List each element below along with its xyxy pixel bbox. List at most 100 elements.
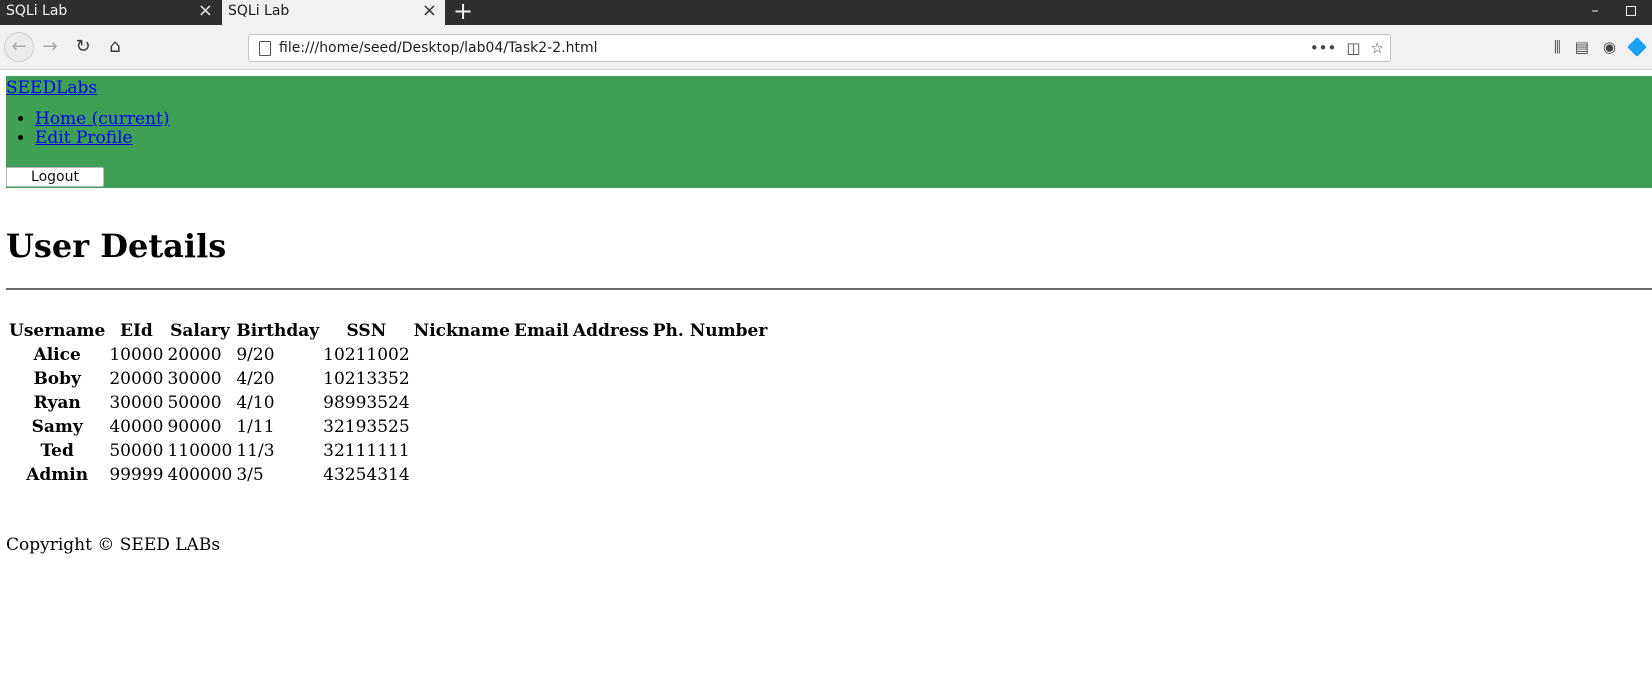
table-row: Ted 50000 110000 11/3 32111111	[8, 440, 768, 462]
tab-title: SQLi Lab	[228, 3, 290, 19]
username-cell: Alice	[33, 345, 81, 365]
nickname-cell	[413, 464, 511, 486]
email-cell	[513, 416, 570, 438]
page-title: User Details	[6, 227, 227, 265]
page-viewport: SEEDLabs Home (current) Edit Profile Log…	[0, 70, 1652, 695]
logout-button[interactable]: Logout	[6, 167, 104, 187]
ssn-cell: 98993524	[323, 393, 410, 413]
eid-cell: 30000	[109, 393, 164, 413]
nickname-cell	[413, 368, 511, 390]
ssn-cell: 10213352	[323, 369, 410, 389]
forward-arrow-icon[interactable]: →	[37, 34, 63, 60]
eid-cell: 10000	[109, 345, 164, 365]
close-icon[interactable]: ×	[422, 0, 437, 22]
library-icon[interactable]: ⫼	[1554, 38, 1561, 56]
email-cell	[513, 440, 570, 462]
address-cell	[572, 392, 650, 414]
phone-cell	[652, 464, 769, 486]
back-arrow-icon[interactable]: ←	[4, 32, 34, 62]
nav-item-edit-profile: Edit Profile	[35, 129, 169, 148]
phone-cell	[652, 392, 769, 414]
phone-cell	[652, 440, 769, 462]
browser-tab-1[interactable]: SQLi Lab ×	[0, 0, 221, 25]
salary-cell: 400000	[167, 465, 233, 485]
column-header: Nickname	[413, 321, 510, 341]
email-cell	[513, 344, 570, 366]
edit-profile-link[interactable]: Edit Profile	[35, 128, 133, 148]
username-cell: Ryan	[33, 393, 81, 413]
tab-strip: SQLi Lab × SQLi Lab × + –	[0, 0, 1652, 25]
salary-cell: 110000	[167, 441, 233, 461]
minimize-icon[interactable]: –	[1584, 0, 1606, 24]
nickname-cell	[413, 392, 511, 414]
home-link[interactable]: Home (current)	[35, 109, 169, 129]
nickname-cell	[413, 344, 511, 366]
column-header: Email	[513, 321, 569, 341]
nickname-cell	[413, 440, 511, 462]
pocket-icon[interactable]: ◫	[1346, 39, 1360, 57]
page-icon	[259, 41, 271, 56]
maximize-icon[interactable]	[1620, 0, 1642, 24]
sidebar-icon[interactable]: ▤	[1575, 38, 1589, 56]
birthday-cell: 4/20	[236, 369, 275, 389]
birthday-cell: 4/10	[236, 393, 275, 413]
salary-cell: 30000	[167, 369, 222, 389]
salary-cell: 50000	[167, 393, 222, 413]
new-tab-icon[interactable]: +	[452, 0, 474, 24]
table-row: Samy 40000 90000 1/11 32193525	[8, 416, 768, 438]
nav-list: Home (current) Edit Profile	[6, 110, 169, 148]
column-header: Address	[572, 321, 649, 341]
address-cell	[572, 368, 650, 390]
browser-tab-2[interactable]: SQLi Lab ×	[222, 0, 445, 25]
address-cell	[572, 416, 650, 438]
address-cell	[572, 344, 650, 366]
close-icon[interactable]: ×	[198, 0, 213, 22]
ssn-cell: 32193525	[323, 417, 410, 437]
table-row: Alice 10000 20000 9/20 10211002	[8, 344, 768, 366]
column-header: Salary	[170, 321, 230, 341]
url-bar[interactable]: file:///home/seed/Desktop/lab04/Task2-2.…	[248, 34, 1391, 62]
salary-cell: 20000	[167, 345, 222, 365]
email-cell	[513, 392, 570, 414]
brand-link[interactable]: SEEDLabs	[6, 76, 97, 100]
account-icon[interactable]: ◉	[1603, 38, 1616, 56]
username-cell: Ted	[40, 441, 74, 461]
address-cell	[572, 440, 650, 462]
nav-item-home: Home (current)	[35, 110, 169, 129]
phone-cell	[652, 368, 769, 390]
bookmark-star-icon[interactable]: ☆	[1371, 39, 1384, 57]
ssn-cell: 10211002	[323, 345, 410, 365]
ssn-cell: 32111111	[323, 441, 410, 461]
table-row: Admin 99999 400000 3/5 43254314	[8, 464, 768, 486]
reload-icon[interactable]: ↻	[70, 34, 96, 60]
home-icon[interactable]: ⌂	[102, 34, 128, 60]
tab-title: SQLi Lab	[6, 3, 68, 19]
eid-cell: 20000	[109, 369, 164, 389]
birthday-cell: 11/3	[236, 441, 275, 461]
phone-cell	[652, 416, 769, 438]
eid-cell: 50000	[109, 441, 164, 461]
column-header: Ph. Number	[652, 321, 768, 341]
top-navbar: SEEDLabs Home (current) Edit Profile Log…	[6, 76, 1652, 188]
salary-cell: 90000	[167, 417, 222, 437]
nickname-cell	[413, 416, 511, 438]
email-cell	[513, 464, 570, 486]
url-text[interactable]: file:///home/seed/Desktop/lab04/Task2-2.…	[279, 35, 597, 61]
column-header: SSN	[346, 321, 387, 341]
url-actions: ••• ◫ ☆	[1310, 35, 1384, 61]
eid-cell: 40000	[109, 417, 164, 437]
divider	[6, 288, 1652, 290]
table-row: Boby 20000 30000 4/20 10213352	[8, 368, 768, 390]
column-header: EId	[120, 321, 153, 341]
extension-icon[interactable]	[1627, 37, 1647, 57]
address-cell	[572, 464, 650, 486]
username-cell: Admin	[26, 465, 89, 485]
toolbar-icons: ⫼ ▤ ◉	[1554, 34, 1647, 60]
more-actions-icon[interactable]: •••	[1310, 39, 1337, 57]
username-cell: Boby	[33, 369, 81, 389]
email-cell	[513, 368, 570, 390]
ssn-cell: 43254314	[323, 465, 410, 485]
phone-cell	[652, 344, 769, 366]
birthday-cell: 9/20	[236, 345, 275, 365]
column-header: Username	[9, 321, 106, 341]
